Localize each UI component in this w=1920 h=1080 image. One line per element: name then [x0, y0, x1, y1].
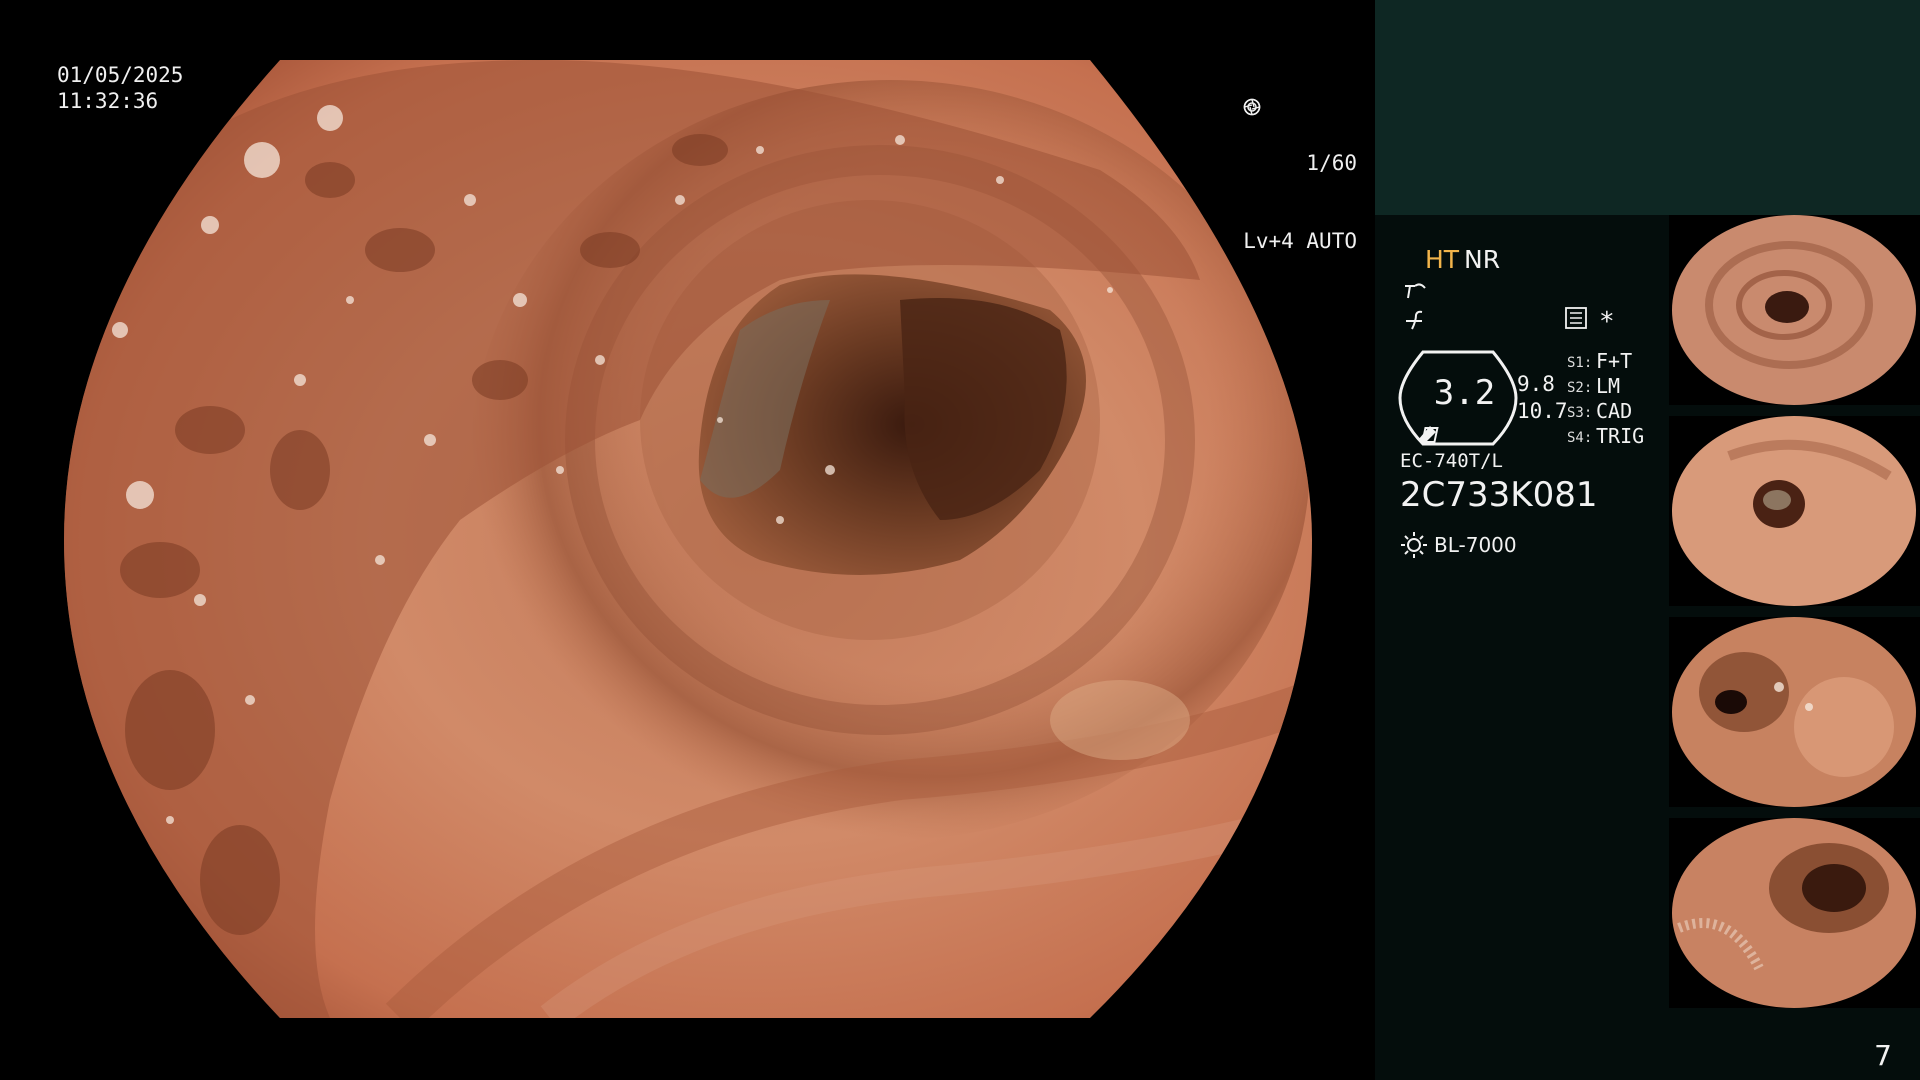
thumbnail-image: [1672, 215, 1916, 405]
info-panel: HT NR * 3.2 9.8 10.7 S1: F+T S2: LM S3: …: [1375, 0, 1920, 1080]
mode-ht-label: HT: [1425, 245, 1460, 274]
switch-4-value: TRIG: [1596, 424, 1645, 448]
endoscopic-image: [64, 60, 1312, 1018]
thumbnail-2[interactable]: [1669, 416, 1920, 606]
scope-model: EC-740T/L: [1400, 450, 1503, 472]
brightness-curve-icon: [1405, 283, 1426, 299]
iris-icon: [1243, 98, 1261, 116]
shutter-row: 1/60: [1243, 98, 1357, 176]
panel-header-area: [1375, 0, 1920, 215]
auto-row: Lv+4 AUTO: [1243, 98, 1357, 254]
shutter-text: 1/60: [1306, 151, 1357, 175]
contrast-icon: [1406, 310, 1423, 330]
switch-1-label: S1:: [1567, 355, 1593, 371]
endoscope-main-view: 01/05/2025 11:32:36 1/60 Lv+4 AUTO: [0, 0, 1375, 1080]
value-a: 9.8: [1517, 372, 1555, 396]
page-number: 7: [1874, 1039, 1892, 1072]
thumbnail-4[interactable]: [1669, 818, 1920, 1008]
exposure-readout: 1/60 Lv+4 AUTO: [1243, 98, 1357, 306]
level-text: Lv+4 AUTO: [1243, 229, 1357, 253]
gauge-value: 3.2: [1433, 373, 1496, 413]
mode-nr-label: NR: [1464, 245, 1501, 274]
switch-3-value: CAD: [1596, 399, 1633, 423]
date-time-readout: 01/05/2025 11:32:36: [57, 62, 183, 114]
time-text: 11:32:36: [57, 89, 159, 113]
switch-2-value: LM: [1596, 374, 1621, 398]
thumbnail-3[interactable]: [1669, 617, 1920, 807]
value-b: 10.7: [1517, 399, 1568, 423]
switch-4-label: S4:: [1567, 430, 1593, 446]
thumbnail-1[interactable]: [1669, 215, 1920, 405]
thumbnail-image: [1672, 416, 1916, 606]
light-source: BL-7000: [1434, 533, 1517, 557]
switch-3-label: S3:: [1567, 405, 1593, 421]
asterisk-mark: *: [1599, 307, 1615, 337]
memory-icon: [1565, 307, 1587, 329]
thumbnail-image: [1672, 617, 1916, 807]
switch-2-label: S2:: [1567, 380, 1593, 396]
switch-1-value: F+T: [1596, 349, 1633, 373]
date-text: 01/05/2025: [57, 63, 184, 87]
scope-serial: 2C733K081: [1400, 475, 1598, 515]
status-info: HT NR * 3.2 9.8 10.7 S1: F+T S2: LM S3: …: [1375, 215, 1665, 1080]
thumbnail-image: [1672, 818, 1916, 1008]
sun-icon: [1401, 532, 1427, 558]
